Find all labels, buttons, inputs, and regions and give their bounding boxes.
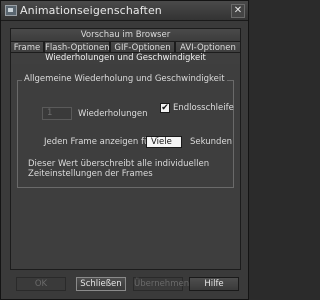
endless-loop-label[interactable]: Endlosschleife [173, 103, 234, 113]
ok-button[interactable]: OK [16, 277, 66, 291]
tab-vorschau-im-browser[interactable]: Vorschau im Browser [10, 28, 241, 41]
apply-button[interactable]: Übernehmen [133, 277, 189, 291]
title-bar[interactable]: Animationseigenschaften ✕ [1, 1, 248, 21]
general-repeat-speed-group: Allgemeine Wiederholung und Geschwindigk… [17, 74, 234, 188]
help-button[interactable]: Hilfe [189, 277, 239, 291]
endless-loop-checkbox[interactable]: ✔ [160, 103, 170, 113]
frame-duration-unit: Sekunden [190, 137, 233, 147]
tab-panel: Allgemeine Wiederholung und Geschwindigk… [10, 59, 241, 270]
close-icon[interactable]: ✕ [231, 4, 245, 18]
window-title: Animationseigenschaften [20, 4, 162, 17]
tab-wiederholungen-und-geschwindigkeit[interactable]: Wiederholungen und Geschwindigkeit [10, 52, 241, 64]
close-button[interactable]: Schließen [76, 277, 126, 291]
frame-duration-combo[interactable]: Viele [146, 136, 182, 148]
group-legend: Allgemeine Wiederholung und Geschwindigk… [22, 74, 227, 84]
repeat-count-field[interactable]: 1 [42, 107, 72, 120]
dialog-window: Animationseigenschaften ✕ Vorschau im Br… [0, 0, 249, 300]
override-info-text: Dieser Wert überschreibt alle individuel… [28, 159, 210, 179]
frame-duration-label: Jeden Frame anzeigen für: [44, 137, 156, 147]
app-icon [5, 5, 17, 16]
repeat-label: Wiederholungen [78, 109, 148, 119]
